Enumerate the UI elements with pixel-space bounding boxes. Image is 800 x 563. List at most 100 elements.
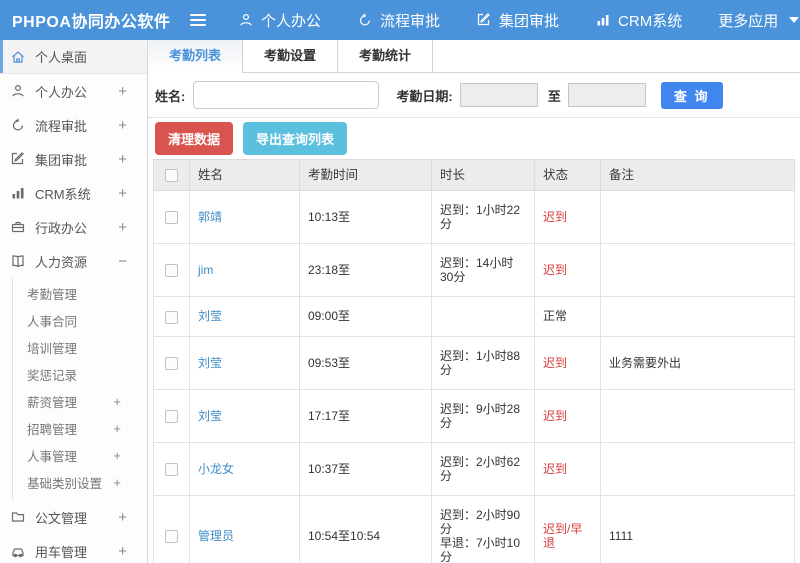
sidebar-subitem[interactable]: 薪资管理 + bbox=[0, 388, 147, 415]
sidebar-item[interactable]: 人力资源 − bbox=[0, 244, 147, 278]
row-checkbox[interactable] bbox=[165, 529, 178, 543]
attendance-time: 10:37至 bbox=[299, 441, 432, 496]
expander-icon[interactable]: + bbox=[113, 422, 121, 435]
attendance-time: 09:00至 bbox=[299, 296, 432, 337]
status: 迟到 bbox=[534, 243, 601, 298]
employee-name-link[interactable]: 刘莹 bbox=[198, 409, 222, 423]
expander-icon[interactable]: + bbox=[118, 118, 127, 133]
layout: 个人桌面 个人办公 + 流程审批 + 集团审批 + CRM系统 + 行政办公 +… bbox=[0, 40, 800, 563]
expander-icon[interactable]: + bbox=[118, 220, 127, 235]
main-content: 考勤列表 考勤设置 考勤统计 姓名: 考勤日期: 至 查 询 清理数据 导出查询列表 bbox=[148, 40, 800, 563]
user-icon bbox=[10, 83, 26, 99]
sidebar-subitem[interactable]: 奖惩记录 bbox=[0, 361, 147, 388]
expander-icon[interactable]: + bbox=[113, 449, 121, 462]
top-nav: 个人办公 流程审批 集团审批 CRM系统 更多应用 bbox=[238, 10, 800, 31]
expander-icon[interactable]: + bbox=[118, 84, 127, 99]
row-checkbox[interactable] bbox=[165, 310, 178, 324]
table-row: jim 23:18至 迟到：14小时30分 迟到 bbox=[153, 243, 795, 298]
status: 迟到 bbox=[534, 441, 601, 496]
briefcase-icon bbox=[10, 219, 26, 235]
flow-icon bbox=[10, 117, 26, 133]
action-bar: 清理数据 导出查询列表 bbox=[148, 118, 800, 159]
sidebar-item[interactable]: 用车管理 + bbox=[0, 534, 147, 563]
col-header-duration: 时长 bbox=[431, 159, 535, 192]
home-icon bbox=[10, 49, 26, 65]
sidebar-subitem[interactable]: 考勤管理 bbox=[0, 280, 147, 307]
top-nav-item[interactable]: 个人办公 bbox=[238, 10, 321, 31]
duration: 迟到：1小时22分 bbox=[431, 190, 535, 245]
tab[interactable]: 考勤统计 bbox=[338, 40, 434, 72]
note: 1111 bbox=[600, 494, 795, 563]
employee-name-link[interactable]: 管理员 bbox=[198, 529, 234, 543]
row-checkbox[interactable] bbox=[165, 462, 178, 476]
sidebar-item[interactable]: 流程审批 + bbox=[0, 108, 147, 142]
sidebar-subitem[interactable]: 培训管理 bbox=[0, 334, 147, 361]
sidebar-subitem[interactable]: 基础类别设置 + bbox=[0, 469, 147, 496]
duration: 迟到：9小时28分 bbox=[431, 388, 535, 443]
expander-icon[interactable]: − bbox=[118, 254, 127, 269]
sidebar-item[interactable]: 集团审批 + bbox=[0, 142, 147, 176]
menu-icon[interactable] bbox=[190, 14, 206, 26]
attendance-time: 09:53至 bbox=[299, 335, 432, 390]
expander-icon[interactable]: + bbox=[118, 510, 127, 525]
employee-name-link[interactable]: jim bbox=[198, 263, 213, 277]
sidebar-subitem[interactable]: 人事管理 + bbox=[0, 442, 147, 469]
attendance-table: 姓名 考勤时间 时长 状态 备注 郭靖 10:13至 迟到：1小时22分 迟到 … bbox=[153, 159, 795, 563]
employee-name-link[interactable]: 郭靖 bbox=[198, 210, 222, 224]
row-checkbox[interactable] bbox=[165, 356, 178, 370]
employee-name-link[interactable]: 小龙女 bbox=[198, 462, 234, 476]
to-label: 至 bbox=[547, 88, 561, 104]
table-row: 刘莹 17:17至 迟到：9小时28分 迟到 bbox=[153, 388, 795, 443]
edit-icon bbox=[476, 12, 492, 28]
duration: 迟到：1小时88分 bbox=[431, 335, 535, 390]
note bbox=[600, 388, 795, 443]
top-nav-item[interactable]: 流程审批 bbox=[357, 10, 440, 31]
date-to-input[interactable] bbox=[567, 83, 646, 107]
col-header-note: 备注 bbox=[600, 159, 795, 192]
name-input[interactable] bbox=[193, 81, 380, 109]
folder-icon bbox=[10, 509, 26, 525]
export-list-button[interactable]: 导出查询列表 bbox=[243, 122, 348, 155]
date-from-input[interactable] bbox=[459, 83, 538, 107]
flow-icon bbox=[357, 12, 373, 28]
table-wrap: 姓名 考勤时间 时长 状态 备注 郭靖 10:13至 迟到：1小时22分 迟到 … bbox=[148, 159, 800, 563]
top-nav-item[interactable]: CRM系统 bbox=[595, 10, 682, 31]
select-all-checkbox[interactable] bbox=[165, 169, 178, 183]
note bbox=[600, 243, 795, 298]
sidebar: 个人桌面 个人办公 + 流程审批 + 集团审批 + CRM系统 + 行政办公 +… bbox=[0, 40, 148, 563]
col-header-time: 考勤时间 bbox=[299, 159, 432, 192]
table-header-row: 姓名 考勤时间 时长 状态 备注 bbox=[153, 159, 795, 192]
row-checkbox[interactable] bbox=[165, 409, 178, 423]
tab[interactable]: 考勤设置 bbox=[243, 40, 339, 72]
name-label: 姓名: bbox=[155, 88, 186, 104]
sidebar-subitem[interactable]: 人事合同 bbox=[0, 307, 147, 334]
top-nav-item[interactable]: 更多应用 bbox=[718, 10, 800, 31]
sidebar-item[interactable]: CRM系统 + bbox=[0, 176, 147, 210]
sidebar-item[interactable]: 行政办公 + bbox=[0, 210, 147, 244]
expander-icon[interactable]: + bbox=[118, 152, 127, 167]
expander-icon[interactable]: + bbox=[118, 186, 127, 201]
expander-icon[interactable]: + bbox=[118, 544, 127, 559]
sidebar-item[interactable]: 公文管理 + bbox=[0, 500, 147, 534]
search-button[interactable]: 查 询 bbox=[660, 81, 723, 109]
top-nav-item[interactable]: 集团审批 bbox=[476, 10, 559, 31]
clean-data-button[interactable]: 清理数据 bbox=[155, 122, 234, 155]
tab-strip: 考勤列表 考勤设置 考勤统计 bbox=[148, 40, 800, 73]
employee-name-link[interactable]: 刘莹 bbox=[198, 356, 222, 370]
filter-bar: 姓名: 考勤日期: 至 查 询 bbox=[148, 73, 800, 118]
row-checkbox[interactable] bbox=[165, 264, 178, 278]
row-checkbox[interactable] bbox=[165, 211, 178, 225]
app-title: PHPOA协同办公软件 bbox=[12, 14, 171, 31]
employee-name-link[interactable]: 刘莹 bbox=[198, 309, 222, 323]
sidebar-item[interactable]: 个人桌面 bbox=[0, 40, 147, 74]
status: 迟到/早退 bbox=[534, 494, 601, 563]
sidebar-submenu: 考勤管理 人事合同 培训管理 奖惩记录 薪资管理 + 招聘管理 + 人事管理 +… bbox=[0, 278, 147, 500]
table-row: 管理员 10:54至10:54 迟到：2小时90分 早退：7小时10分 迟到/早… bbox=[153, 494, 795, 563]
expander-icon[interactable]: + bbox=[113, 476, 121, 489]
sidebar-item[interactable]: 个人办公 + bbox=[0, 74, 147, 108]
sidebar-subitem[interactable]: 招聘管理 + bbox=[0, 415, 147, 442]
duration: 迟到：14小时30分 bbox=[431, 243, 535, 298]
expander-icon[interactable]: + bbox=[113, 395, 121, 408]
tab[interactable]: 考勤列表 bbox=[148, 40, 244, 73]
status: 迟到 bbox=[534, 388, 601, 443]
